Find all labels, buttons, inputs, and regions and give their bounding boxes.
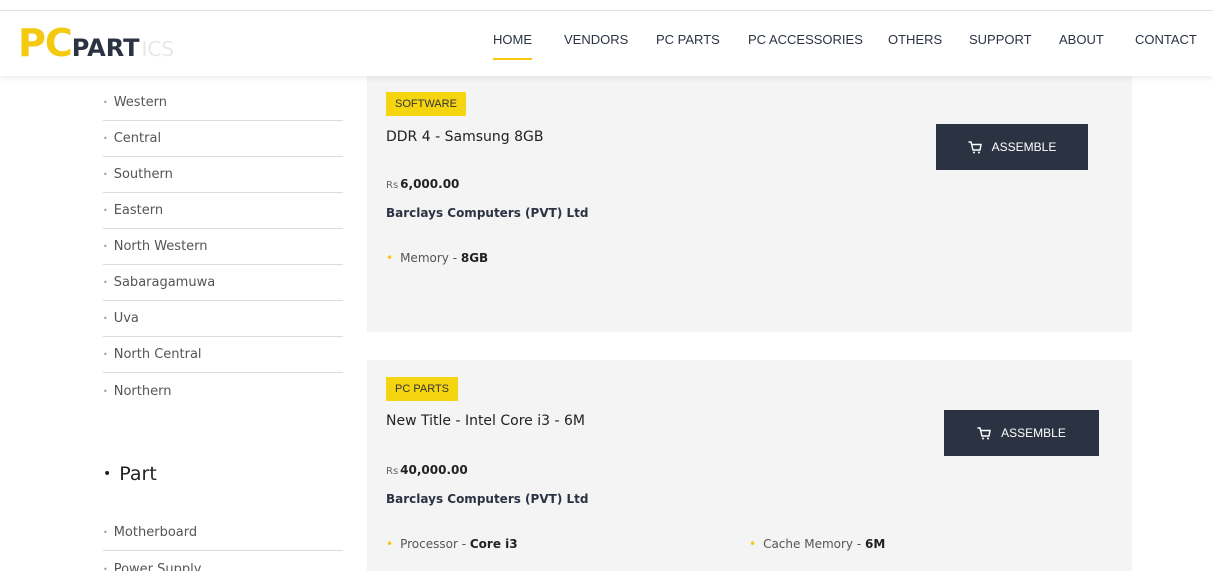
province-label: Western: [113, 95, 168, 110]
province-label: Sabaragamuwa: [113, 275, 216, 290]
site-logo[interactable]: PC PART ICS: [18, 23, 174, 63]
product-title[interactable]: New Title - Intel Core i3 - 6M: [386, 413, 585, 429]
bullet-icon: •: [103, 350, 108, 359]
province-filter-list: • Western • Central • Southern • Eastern • No…: [103, 85, 343, 409]
province-label: Uva: [113, 311, 139, 326]
province-item-north-central[interactable]: • North Central: [103, 337, 343, 373]
part-section-heading: • Part: [103, 463, 157, 485]
bullet-icon: •: [103, 314, 108, 323]
bullet-icon: •: [749, 537, 757, 551]
vendor-name[interactable]: Barclays Computers (PVT) Ltd: [386, 492, 588, 506]
bullet-icon: •: [103, 466, 112, 482]
bullet-icon: •: [103, 134, 108, 143]
province-label: Northern: [113, 383, 172, 399]
province-item-western[interactable]: • Western: [103, 85, 343, 121]
product-title[interactable]: DDR 4 - Samsung 8GB: [386, 129, 543, 145]
spec-value: Core i3: [469, 537, 518, 551]
nav-support[interactable]: SUPPORT: [969, 32, 1032, 47]
province-item-north-western[interactable]: • North Western: [103, 229, 343, 265]
category-badge: PC PARTS: [386, 377, 458, 401]
province-item-uva[interactable]: • Uva: [103, 301, 343, 337]
currency-label: Rs: [386, 466, 399, 477]
province-item-sabaragamuwa[interactable]: • Sabaragamuwa: [103, 265, 343, 301]
spec-item: • Processor - Core i3: [386, 537, 518, 551]
spec-item: • Cache Memory - 6M: [749, 537, 885, 551]
province-label: Central: [113, 131, 162, 146]
part-filter-list: • Motherboard • Power Supply: [103, 515, 343, 571]
spec-name: Memory -: [400, 251, 461, 265]
category-badge: SOFTWARE: [386, 92, 466, 116]
bullet-icon: •: [103, 564, 108, 571]
bullet-icon: •: [103, 386, 108, 396]
product-price: Rs 40,000.00: [386, 463, 468, 477]
vendor-name[interactable]: Barclays Computers (PVT) Ltd: [386, 206, 588, 220]
nav-pc-parts[interactable]: PC PARTS: [656, 32, 720, 47]
part-item-motherboard[interactable]: • Motherboard: [103, 515, 343, 551]
assemble-button[interactable]: ASSEMBLE: [936, 124, 1088, 170]
part-label: Power Supply: [113, 561, 202, 571]
province-item-central[interactable]: • Central: [103, 121, 343, 157]
part-heading-label: Part: [119, 463, 157, 485]
assemble-label: ASSEMBLE: [1001, 426, 1066, 440]
spec-name: Processor -: [400, 537, 470, 551]
cart-icon: [968, 140, 982, 153]
assemble-button[interactable]: ASSEMBLE: [944, 410, 1099, 456]
spec-name: Cache Memory -: [763, 537, 865, 551]
bullet-icon: •: [103, 98, 108, 107]
product-card: PC PARTS New Title - Intel Core i3 - 6M …: [367, 360, 1132, 571]
nav-pc-accessories[interactable]: PC ACCESSORIES: [748, 32, 863, 47]
province-item-southern[interactable]: • Southern: [103, 157, 343, 193]
province-label: Southern: [113, 167, 173, 182]
logo-pc: PC: [18, 21, 73, 65]
product-card: SOFTWARE DDR 4 - Samsung 8GB Rs 6,000.00 …: [367, 76, 1132, 332]
province-label: Eastern: [113, 203, 164, 218]
logo-ghost-text: ICS: [141, 37, 175, 61]
spec-item: • Memory - 8GB: [386, 251, 488, 265]
part-item-power-supply[interactable]: • Power Supply: [103, 551, 343, 571]
nav-contact[interactable]: CONTACT: [1135, 32, 1197, 47]
nav-home[interactable]: HOME: [493, 32, 532, 60]
nav-about[interactable]: ABOUT: [1059, 32, 1104, 47]
bullet-icon: •: [103, 206, 108, 215]
spec-value: 6M: [864, 537, 886, 551]
price-value: 40,000.00: [400, 463, 468, 477]
bullet-icon: •: [103, 170, 108, 179]
nav-others[interactable]: OTHERS: [888, 32, 942, 47]
nav-vendors[interactable]: VENDORS: [564, 32, 628, 47]
currency-label: Rs: [386, 180, 399, 191]
assemble-label: ASSEMBLE: [991, 140, 1057, 154]
province-item-northern[interactable]: • Northern: [103, 373, 343, 409]
site-header: PC PART ICS HOME VENDORS PC PARTS PC ACC…: [0, 11, 1213, 76]
bullet-icon: •: [103, 242, 108, 251]
price-value: 6,000.00: [400, 177, 460, 191]
province-label: North Western: [113, 239, 208, 254]
spec-value: 8GB: [460, 251, 489, 265]
product-price: Rs 6,000.00: [386, 177, 459, 191]
cart-icon: [977, 426, 991, 439]
province-label: North Central: [113, 347, 202, 362]
bullet-icon: •: [103, 528, 108, 537]
logo-part: PART: [71, 34, 140, 62]
province-item-eastern[interactable]: • Eastern: [103, 193, 343, 229]
bullet-icon: •: [386, 537, 394, 551]
part-label: Motherboard: [113, 525, 198, 540]
bullet-icon: •: [103, 278, 108, 287]
bullet-icon: •: [386, 251, 394, 265]
